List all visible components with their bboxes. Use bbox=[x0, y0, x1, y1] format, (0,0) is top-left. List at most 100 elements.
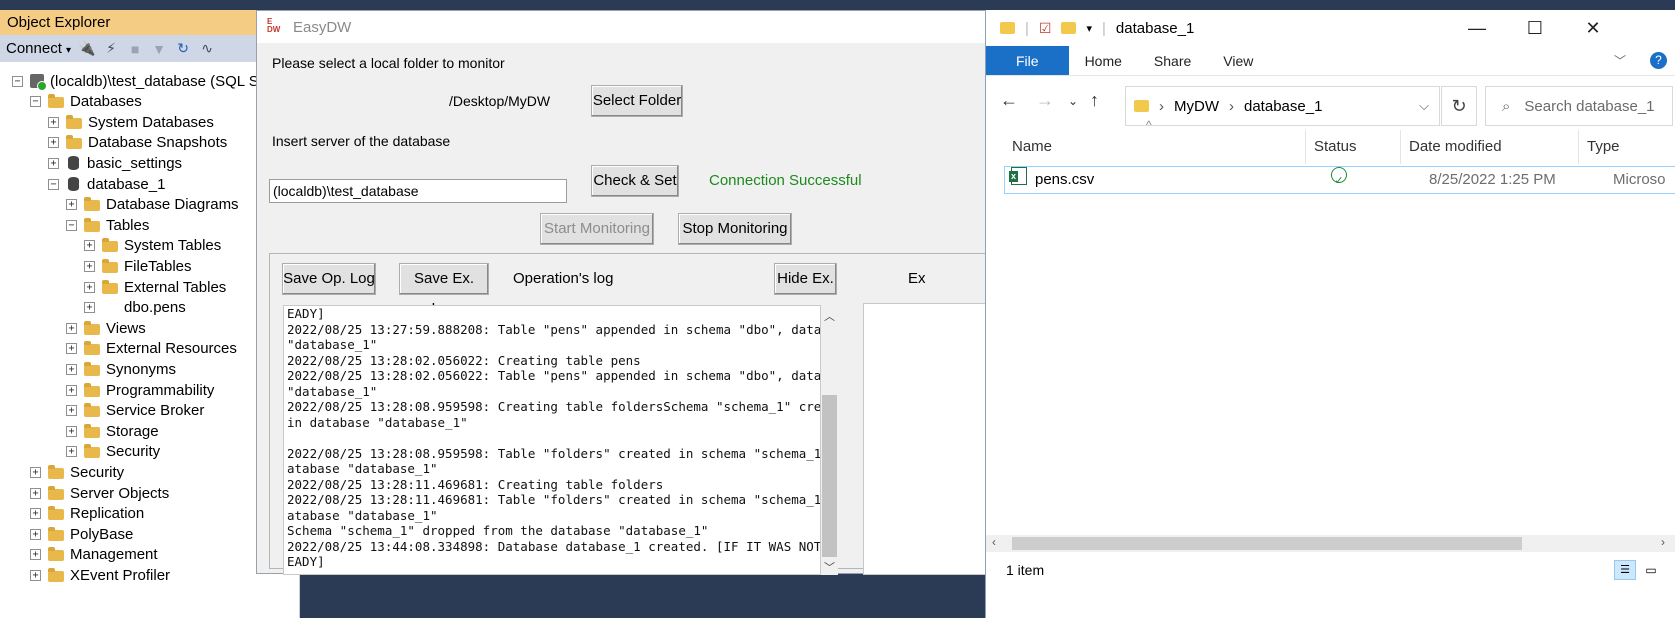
expand-icon[interactable]: + bbox=[66, 199, 77, 211]
connect-button[interactable]: Connect ▾ bbox=[6, 40, 71, 57]
activity-monitor-icon[interactable]: ∿ bbox=[199, 40, 215, 57]
expand-icon[interactable]: + bbox=[84, 281, 95, 293]
tab-share[interactable]: Share bbox=[1138, 46, 1207, 75]
save-op-log-button[interactable]: Save Op. Log bbox=[282, 263, 376, 295]
tree-node[interactable]: + Views bbox=[66, 317, 146, 339]
tree-node[interactable]: + System Databases bbox=[48, 111, 214, 133]
tree-node[interactable]: + Service Broker bbox=[66, 400, 204, 422]
expand-icon[interactable]: + bbox=[66, 425, 77, 437]
help-icon[interactable]: ? bbox=[1642, 46, 1675, 75]
expand-icon[interactable]: + bbox=[30, 569, 41, 581]
breadcrumb-mydw[interactable]: MyDW bbox=[1174, 98, 1219, 115]
log-scrollbar[interactable]: ︿ ﹀ bbox=[821, 305, 838, 575]
tree-node[interactable]: + Security bbox=[30, 461, 124, 483]
new-folder-icon[interactable] bbox=[1061, 22, 1077, 34]
expand-icon[interactable]: + bbox=[66, 322, 77, 334]
expand-icon[interactable]: + bbox=[84, 240, 95, 252]
operations-log-text[interactable]: EADY] 2022/08/25 13:27:59.888208: Table "… bbox=[283, 305, 821, 575]
expand-icon[interactable]: + bbox=[48, 157, 59, 169]
tree-node[interactable]: + Security bbox=[66, 441, 160, 463]
tree-node[interactable]: + System Tables bbox=[84, 235, 221, 257]
tree-node[interactable]: + XEvent Profiler bbox=[30, 564, 170, 586]
column-name[interactable]: Name bbox=[1004, 130, 1306, 164]
properties-icon[interactable]: ☑ bbox=[1039, 20, 1052, 37]
expand-icon[interactable]: + bbox=[48, 137, 59, 149]
chevron-down-icon[interactable]: ⌵ bbox=[1419, 98, 1429, 114]
tree-node[interactable]: − (localdb)\test_database (SQL Serv bbox=[12, 70, 280, 92]
tree-node[interactable]: + PolyBase bbox=[30, 523, 133, 545]
select-folder-button[interactable]: Select Folder bbox=[591, 85, 683, 117]
expand-icon[interactable]: + bbox=[48, 116, 59, 128]
stop-monitoring-button[interactable]: Stop Monitoring bbox=[678, 213, 792, 245]
tree-node[interactable]: + External Resources bbox=[66, 338, 237, 360]
save-ex-log-button[interactable]: Save Ex. Log bbox=[399, 263, 489, 317]
disconnect-icon[interactable]: ⚡ bbox=[103, 40, 119, 57]
column-type[interactable]: Type bbox=[1579, 130, 1675, 164]
search-box[interactable]: ⌕ Search database_1 bbox=[1485, 86, 1673, 126]
expand-icon[interactable]: + bbox=[30, 528, 41, 540]
filter-icon[interactable]: ▼ bbox=[151, 41, 167, 57]
tab-file[interactable]: File bbox=[986, 46, 1069, 75]
recent-locations-icon[interactable]: ⌄ bbox=[1068, 94, 1078, 108]
refresh-button[interactable]: ↻ bbox=[1441, 86, 1477, 126]
log-scroll-thumb[interactable] bbox=[822, 395, 837, 557]
expand-icon[interactable]: + bbox=[66, 343, 77, 355]
scroll-up-icon[interactable]: ︿ bbox=[823, 308, 836, 324]
tree-node[interactable]: + Management bbox=[30, 544, 158, 566]
tree-node[interactable]: − Databases bbox=[30, 91, 142, 113]
hide-ex-button[interactable]: Hide Ex. bbox=[774, 263, 837, 295]
breadcrumb-database-1[interactable]: database_1 bbox=[1244, 98, 1322, 115]
horizontal-scroll-thumb[interactable] bbox=[1012, 537, 1522, 550]
scroll-right-icon[interactable]: › bbox=[1661, 535, 1665, 549]
tab-view[interactable]: View bbox=[1207, 46, 1269, 75]
check-set-button[interactable]: Check & Set bbox=[591, 165, 679, 197]
start-monitoring-button[interactable]: Start Monitoring bbox=[540, 213, 654, 245]
tree-node[interactable]: + Database Snapshots bbox=[48, 132, 227, 154]
collapse-icon[interactable]: − bbox=[66, 219, 77, 231]
minimize-button[interactable]: — bbox=[1448, 10, 1506, 46]
tree-node[interactable]: + External Tables bbox=[84, 276, 226, 298]
tree-node[interactable]: − Tables bbox=[66, 214, 149, 236]
tree-node[interactable]: + Replication bbox=[30, 503, 144, 525]
tree-node[interactable]: + basic_settings bbox=[48, 152, 182, 174]
expand-icon[interactable]: + bbox=[30, 487, 41, 499]
forward-icon[interactable]: → bbox=[1036, 90, 1054, 111]
expand-icon[interactable]: + bbox=[84, 260, 95, 272]
back-icon[interactable]: ← bbox=[1000, 90, 1018, 111]
tree-node[interactable]: + Programmability bbox=[66, 379, 214, 401]
quick-access-chevron-icon[interactable]: ▾ bbox=[1086, 22, 1092, 35]
scroll-down-icon[interactable]: ﹀ bbox=[823, 559, 836, 575]
expand-icon[interactable]: + bbox=[66, 363, 77, 375]
tab-home[interactable]: Home bbox=[1069, 46, 1138, 75]
up-icon[interactable]: ↑ bbox=[1090, 90, 1099, 111]
close-button[interactable]: ✕ bbox=[1564, 10, 1622, 46]
collapse-icon[interactable]: − bbox=[30, 96, 41, 108]
ribbon-expand-icon[interactable]: ﹀ bbox=[1598, 46, 1642, 75]
plug-icon[interactable]: 🔌 bbox=[78, 40, 95, 57]
expand-icon[interactable]: + bbox=[84, 302, 95, 314]
refresh-icon[interactable]: ↻ bbox=[175, 40, 191, 57]
address-bar[interactable]: › MyDW › database_1 ⌵ bbox=[1125, 86, 1440, 126]
expand-icon[interactable]: + bbox=[66, 384, 77, 396]
maximize-button[interactable]: ☐ bbox=[1506, 10, 1564, 46]
expand-icon[interactable]: + bbox=[66, 446, 77, 458]
expand-icon[interactable]: + bbox=[30, 466, 41, 478]
file-row[interactable]: pens.csv ✓ 8/25/2022 1:25 PM Microso bbox=[1004, 166, 1675, 194]
collapse-icon[interactable]: − bbox=[12, 75, 23, 87]
tree-node[interactable]: + Storage bbox=[66, 420, 159, 442]
tree-node[interactable]: − database_1 bbox=[48, 173, 165, 195]
tree-node[interactable]: + Server Objects bbox=[30, 482, 169, 504]
large-icons-view-icon[interactable]: ▭ bbox=[1640, 560, 1662, 580]
horizontal-scrollbar[interactable]: ‹ › bbox=[986, 535, 1675, 552]
stop-icon[interactable]: ■ bbox=[127, 41, 143, 57]
expand-icon[interactable]: + bbox=[30, 549, 41, 561]
column-status[interactable]: Status bbox=[1306, 130, 1401, 164]
tree-node[interactable]: + FileTables bbox=[84, 255, 192, 277]
tree-node[interactable]: + Database Diagrams bbox=[66, 194, 239, 216]
tree-node[interactable]: + Synonyms bbox=[66, 358, 176, 380]
collapse-icon[interactable]: − bbox=[48, 178, 59, 190]
tree-node[interactable]: + dbo.pens bbox=[84, 297, 186, 319]
expand-icon[interactable]: + bbox=[30, 508, 41, 520]
column-date-modified[interactable]: Date modified bbox=[1401, 130, 1579, 164]
expand-icon[interactable]: + bbox=[66, 405, 77, 417]
